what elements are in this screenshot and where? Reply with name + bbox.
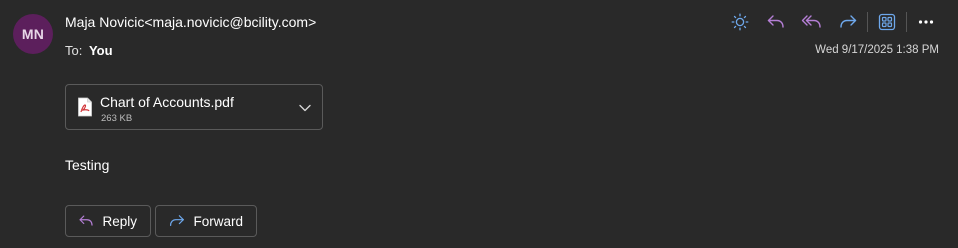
- recipient-line: To: You: [65, 43, 113, 58]
- forward-button[interactable]: [830, 10, 866, 34]
- apps-button[interactable]: [869, 10, 905, 34]
- sender-name[interactable]: Maja Novicic<maja.novicic@bcility.com>: [65, 14, 316, 30]
- reply-action-button[interactable]: Reply: [65, 205, 151, 237]
- attachment-card[interactable]: Chart of Accounts.pdf 263 KB: [65, 84, 323, 130]
- to-label: To:: [65, 43, 83, 58]
- forward-icon: [840, 15, 857, 28]
- reply-icon: [767, 15, 784, 28]
- apps-icon: [878, 13, 896, 31]
- reply-icon: [79, 215, 93, 226]
- forward-action-button[interactable]: Forward: [155, 205, 257, 237]
- forward-label: Forward: [193, 213, 243, 229]
- attachment-name: Chart of Accounts.pdf: [100, 94, 234, 110]
- avatar-initials: MN: [21, 26, 45, 42]
- reply-button[interactable]: [758, 10, 794, 34]
- message-toolbar: [722, 10, 944, 34]
- more-actions-button[interactable]: [908, 10, 944, 34]
- reply-all-button[interactable]: [794, 10, 830, 34]
- message-timestamp: Wed 9/17/2025 1:38 PM: [815, 44, 939, 56]
- forward-icon: [170, 215, 184, 226]
- reply-label: Reply: [102, 213, 137, 229]
- attachment-size: 263 KB: [101, 113, 133, 124]
- email-message-view: MN Maja Novicic<maja.novicic@bcility.com…: [0, 0, 958, 248]
- more-icon: [918, 20, 934, 24]
- message-body: Testing: [65, 157, 110, 173]
- toolbar-divider: [906, 12, 907, 32]
- quick-actions: Reply Forward: [65, 205, 261, 237]
- avatar[interactable]: MN: [13, 14, 53, 54]
- recipient-name[interactable]: You: [89, 43, 113, 58]
- reply-all-icon: [801, 15, 821, 28]
- brightness-button[interactable]: [722, 10, 758, 34]
- sun-icon: [731, 13, 749, 31]
- pdf-file-icon: [78, 97, 92, 117]
- toolbar-divider: [867, 12, 868, 32]
- chevron-down-icon[interactable]: [298, 101, 312, 115]
